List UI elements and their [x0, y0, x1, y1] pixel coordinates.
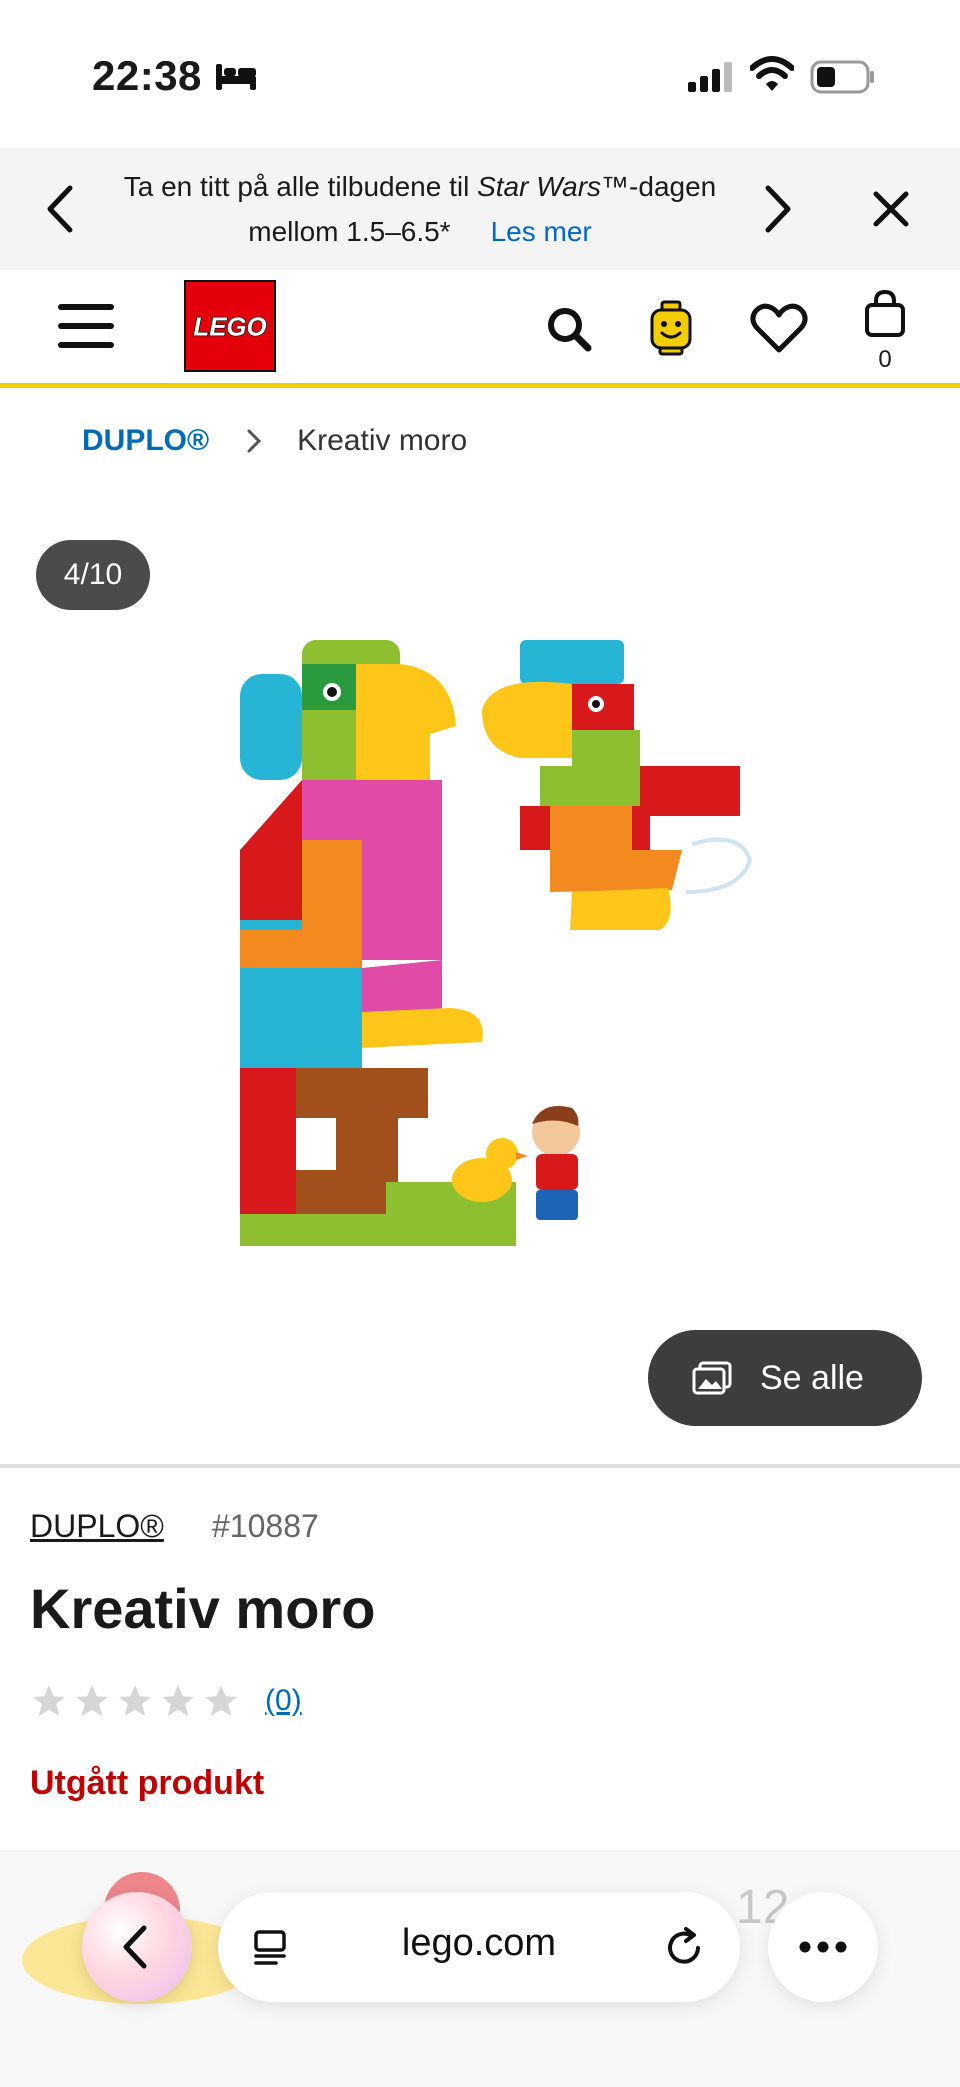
star-icon [119, 1685, 151, 1717]
promo-banner: Ta en titt på alle tilbudene til Star Wa… [0, 148, 960, 270]
reload-icon[interactable] [664, 1926, 706, 1968]
status-bar: 22:38 [0, 0, 960, 148]
promo-text-before: Ta en titt på alle tilbudene til [123, 171, 478, 202]
image-counter: 4/10 [36, 540, 150, 610]
product-image [240, 640, 753, 1246]
search-icon[interactable] [546, 306, 592, 352]
lego-logo-mark: LEGO [191, 287, 269, 365]
star-icon [205, 1685, 237, 1717]
shopping-bag-icon[interactable] [864, 290, 906, 338]
star-icon [76, 1685, 108, 1717]
chevron-left-icon[interactable] [40, 182, 80, 236]
battery-icon [810, 60, 874, 94]
availability-status: Utgått produkt [30, 1764, 265, 1802]
signal-icon [688, 62, 732, 92]
lego-logo-text: LEGO [193, 314, 266, 342]
product-title: Kreativ moro [30, 1577, 376, 1640]
see-all-label: Se alle [760, 1358, 864, 1397]
url-text[interactable]: lego.com [218, 1922, 740, 1965]
browser-back-button[interactable] [82, 1892, 192, 2002]
wifi-icon [750, 56, 794, 91]
promo-text-italic: Star Wars [477, 171, 602, 202]
star-icon [33, 1685, 65, 1717]
star-icon [162, 1685, 194, 1717]
bed-icon [216, 64, 256, 90]
theme-link[interactable]: DUPLO® [30, 1508, 164, 1545]
status-time: 22:38 [92, 52, 202, 99]
product-gallery[interactable]: 4/10 Se alle [0, 500, 960, 1460]
breadcrumb-parent[interactable]: DUPLO® [82, 424, 209, 458]
breadcrumb-current: Kreativ moro [297, 424, 468, 457]
item-number: #10887 [212, 1508, 319, 1544]
chevron-right-icon [247, 429, 262, 453]
rating-stars[interactable]: (0) [30, 1682, 302, 1720]
review-count-link[interactable]: (0) [265, 1684, 302, 1718]
chevron-right-icon[interactable] [758, 182, 798, 236]
promo-text: Ta en titt på alle tilbudene til Star Wa… [120, 164, 720, 254]
more-icon [799, 1941, 847, 1953]
promo-link[interactable]: Les mer [491, 216, 592, 247]
close-icon[interactable] [868, 186, 914, 232]
menu-icon[interactable] [58, 302, 114, 350]
breadcrumb: DUPLO® Kreativ moro [82, 424, 467, 458]
address-bar[interactable]: lego.com [218, 1892, 740, 2002]
cart-count: 0 [878, 346, 892, 373]
see-all-button[interactable]: Se alle [648, 1330, 922, 1426]
gallery-icon [692, 1361, 732, 1395]
lego-logo[interactable]: LEGO [184, 280, 276, 372]
minifig-head-icon[interactable] [648, 300, 694, 356]
heart-icon[interactable] [750, 302, 808, 354]
chevron-left-icon [123, 1925, 147, 1969]
more-options-button[interactable] [768, 1892, 878, 2002]
divider [0, 1464, 960, 1468]
site-header: LEGO 0 [0, 270, 960, 388]
